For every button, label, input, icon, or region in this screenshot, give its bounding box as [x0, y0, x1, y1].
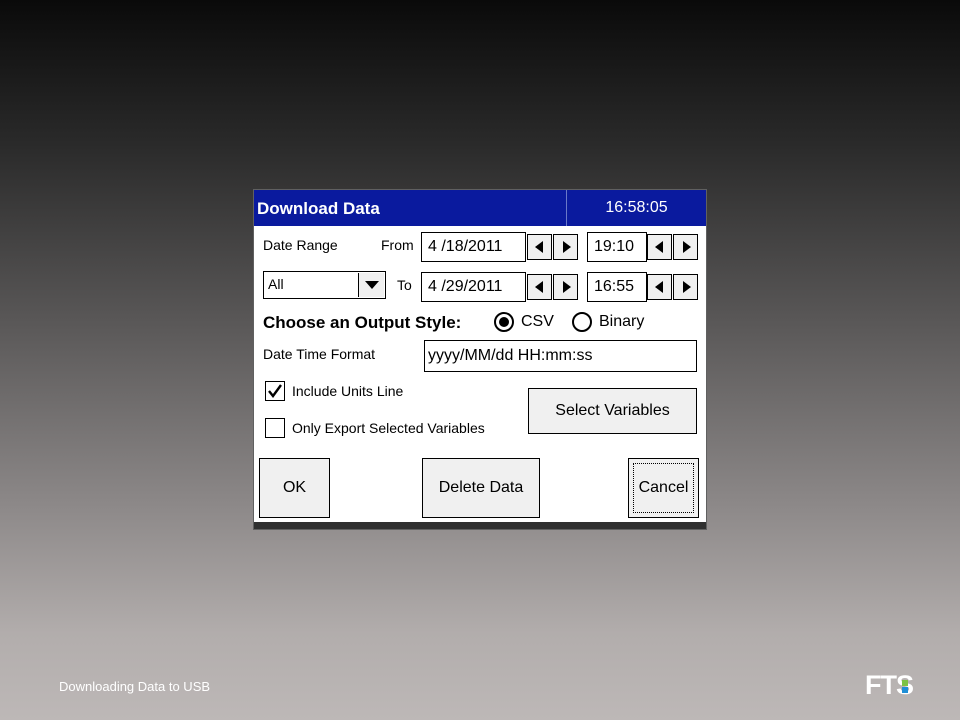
- from-time-prev-button[interactable]: [647, 234, 672, 260]
- title-bar: Download Data 16:58:05: [254, 190, 706, 226]
- from-time-field[interactable]: 19:10: [587, 232, 647, 262]
- logo-green-square: [902, 680, 908, 686]
- arrow-right-icon: [563, 281, 571, 293]
- csv-radio[interactable]: [494, 312, 514, 332]
- arrow-left-icon: [535, 241, 543, 253]
- dialog-title: Download Data: [257, 199, 380, 218]
- binary-radio-label[interactable]: Binary: [599, 313, 644, 331]
- delete-data-button[interactable]: Delete Data: [422, 458, 540, 518]
- cancel-button[interactable]: Cancel: [628, 458, 699, 518]
- fts-logo: FTS: [865, 670, 914, 700]
- from-date-prev-button[interactable]: [527, 234, 552, 260]
- to-date-next-button[interactable]: [553, 274, 578, 300]
- date-range-select[interactable]: All: [263, 271, 386, 299]
- arrow-left-icon: [655, 281, 663, 293]
- date-range-dropdown-button[interactable]: [358, 273, 384, 297]
- logo-blue-square: [902, 687, 908, 693]
- from-date-next-button[interactable]: [553, 234, 578, 260]
- arrow-left-icon: [655, 241, 663, 253]
- checkmark-icon: [268, 384, 282, 398]
- to-label: To: [397, 277, 412, 293]
- include-units-checkbox[interactable]: [265, 381, 285, 401]
- arrow-right-icon: [563, 241, 571, 253]
- dialog-bottom-strip: [254, 522, 706, 529]
- chevron-down-icon: [365, 281, 379, 289]
- csv-radio-label[interactable]: CSV: [521, 313, 554, 331]
- to-time-next-button[interactable]: [673, 274, 698, 300]
- include-units-label[interactable]: Include Units Line: [292, 383, 403, 399]
- footer-caption: Downloading Data to USB: [59, 679, 211, 694]
- to-time-field[interactable]: 16:55: [587, 272, 647, 302]
- output-style-label: Choose an Output Style:: [263, 313, 462, 332]
- from-label: From: [381, 237, 414, 253]
- delete-data-label: Delete Data: [438, 479, 524, 496]
- ok-label: OK: [282, 479, 307, 496]
- select-variables-button[interactable]: Select Variables: [528, 388, 697, 434]
- clock: 16:58:05: [605, 199, 668, 216]
- to-date-prev-button[interactable]: [527, 274, 552, 300]
- arrow-right-icon: [683, 281, 691, 293]
- to-time-prev-button[interactable]: [647, 274, 672, 300]
- date-range-label: Date Range: [263, 237, 338, 253]
- from-time-next-button[interactable]: [673, 234, 698, 260]
- only-selected-label[interactable]: Only Export Selected Variables: [292, 420, 485, 436]
- download-data-dialog: Download Data 16:58:05 Date Range From 4…: [253, 189, 707, 530]
- select-variables-label: Select Variables: [555, 402, 670, 419]
- ok-button[interactable]: OK: [259, 458, 330, 518]
- only-selected-checkbox[interactable]: [265, 418, 285, 438]
- focus-rectangle: [633, 463, 694, 513]
- from-date-field[interactable]: 4 /18/2011: [421, 232, 526, 262]
- arrow-right-icon: [683, 241, 691, 253]
- datetime-format-input[interactable]: yyyy/MM/dd HH:mm:ss: [424, 340, 697, 372]
- radio-selected-dot: [499, 317, 509, 327]
- to-date-field[interactable]: 4 /29/2011: [421, 272, 526, 302]
- date-range-select-value: All: [268, 276, 284, 292]
- arrow-left-icon: [535, 281, 543, 293]
- datetime-format-label: Date Time Format: [263, 346, 376, 362]
- binary-radio[interactable]: [572, 312, 592, 332]
